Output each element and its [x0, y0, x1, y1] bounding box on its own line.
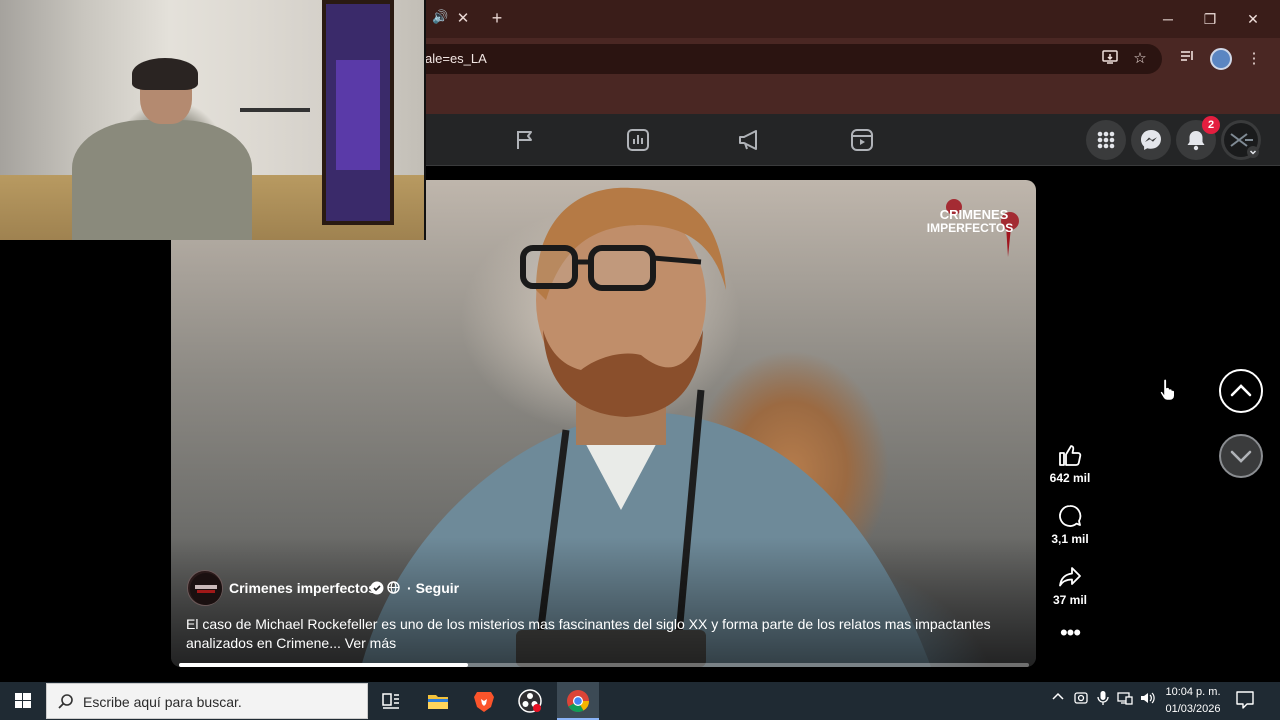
- obs-studio-icon[interactable]: [515, 686, 545, 716]
- bookmark-star-icon[interactable]: ☆: [1129, 48, 1151, 70]
- webcam-person-body: [72, 120, 252, 240]
- pages-flag-icon[interactable]: [511, 126, 539, 154]
- search-icon: [58, 694, 73, 709]
- like-button[interactable]: [1057, 442, 1083, 468]
- tab-audio-icon[interactable]: 🔊: [432, 9, 448, 29]
- webcam-person-hair: [132, 58, 198, 90]
- previous-reel-button[interactable]: [1219, 369, 1263, 413]
- new-tab-button[interactable]: +: [486, 7, 508, 29]
- dot-separator: ·: [407, 580, 412, 596]
- webcam-shelf: [240, 108, 310, 112]
- chevron-down-icon: [1230, 450, 1252, 463]
- window-close-button[interactable]: ✕: [1233, 6, 1273, 32]
- show-hidden-icons-chevron-icon[interactable]: [1049, 690, 1067, 710]
- share-button[interactable]: [1057, 564, 1083, 590]
- grid-icon: [1097, 131, 1115, 149]
- tab-close-button[interactable]: ✕: [452, 8, 474, 30]
- verified-badge-icon: [370, 581, 384, 595]
- window-restore-button[interactable]: ❐: [1190, 6, 1230, 32]
- camera-tray-icon[interactable]: [1072, 690, 1090, 710]
- address-bar-url[interactable]: ale=es_LA: [425, 51, 487, 66]
- account-button[interactable]: [1221, 120, 1261, 160]
- crimenes-imperfectos-logo: CRIMENES IMPERFECTOS: [920, 195, 1028, 265]
- menu-grid-button[interactable]: [1086, 120, 1126, 160]
- volume-icon[interactable]: [1138, 690, 1156, 710]
- chrome-icon[interactable]: [563, 686, 593, 716]
- see-more-link[interactable]: Ver más: [345, 635, 396, 651]
- more-options-button[interactable]: •••: [1058, 622, 1082, 648]
- page-avatar[interactable]: [187, 570, 223, 606]
- like-count: 642 mil: [1049, 471, 1091, 485]
- webcam-overlay: [0, 0, 426, 240]
- notification-badge: 2: [1202, 116, 1220, 134]
- messenger-button[interactable]: [1131, 120, 1171, 160]
- hand-cursor-icon: [1159, 378, 1176, 401]
- page-name-link[interactable]: Crimenes imperfectos: [229, 580, 376, 596]
- profile-avatar[interactable]: [1210, 48, 1232, 70]
- webcam-doorway-inner: [336, 60, 380, 170]
- task-view-icon[interactable]: [376, 686, 406, 716]
- file-explorer-icon[interactable]: [423, 686, 453, 716]
- insights-chart-icon[interactable]: [624, 126, 652, 154]
- window-minimize-button[interactable]: ─: [1148, 6, 1188, 32]
- follow-button[interactable]: · Seguir: [407, 580, 459, 596]
- windows-logo-icon: [15, 693, 31, 708]
- comment-count: 3,1 mil: [1051, 532, 1089, 546]
- share-arrow-icon: [1059, 567, 1081, 587]
- reel-progress-bar[interactable]: [179, 663, 1029, 667]
- account-avatar-icon: [1224, 123, 1259, 158]
- globe-icon: [387, 581, 400, 594]
- like-thumb-icon: [1059, 445, 1082, 466]
- caption-text: El caso de Michael Rockefeller es uno de…: [186, 616, 991, 651]
- reels-icon[interactable]: [848, 126, 876, 154]
- browser-menu-icon[interactable]: ⋮: [1243, 48, 1265, 70]
- reel-caption: El caso de Michael Rockefeller es uno de…: [186, 615, 1016, 653]
- network-icon[interactable]: [1116, 690, 1134, 710]
- next-reel-button[interactable]: [1219, 434, 1263, 478]
- chevron-up-icon: [1230, 384, 1252, 397]
- reel-progress-fill: [179, 663, 468, 667]
- media-controls-icon[interactable]: [1176, 48, 1198, 70]
- install-app-icon[interactable]: [1099, 48, 1121, 70]
- microphone-icon[interactable]: [1094, 690, 1112, 710]
- brave-browser-icon[interactable]: [469, 686, 499, 716]
- comment-button[interactable]: [1057, 503, 1083, 529]
- screen: 🔊 ✕ + ─ ❐ ✕ ale=es_LA ☆ ⋮ 2 CRIMENES IMP…: [0, 0, 1280, 720]
- taskbar-search-placeholder[interactable]: Escribe aquí para buscar.: [83, 694, 242, 710]
- share-count: 37 mil: [1052, 593, 1088, 607]
- ads-megaphone-icon[interactable]: [736, 126, 764, 154]
- taskbar-clock-time[interactable]: 10:04 p. m.: [1160, 686, 1226, 698]
- action-center-icon[interactable]: [1234, 690, 1256, 710]
- comment-bubble-icon: [1059, 505, 1082, 527]
- start-button[interactable]: [0, 682, 46, 720]
- svg-text:CRIMENES: CRIMENES: [940, 207, 1009, 222]
- messenger-icon: [1141, 130, 1161, 150]
- taskbar-clock-date[interactable]: 01/03/2026: [1160, 703, 1226, 715]
- follow-label: Seguir: [415, 580, 460, 596]
- svg-text:IMPERFECTOS: IMPERFECTOS: [927, 221, 1013, 235]
